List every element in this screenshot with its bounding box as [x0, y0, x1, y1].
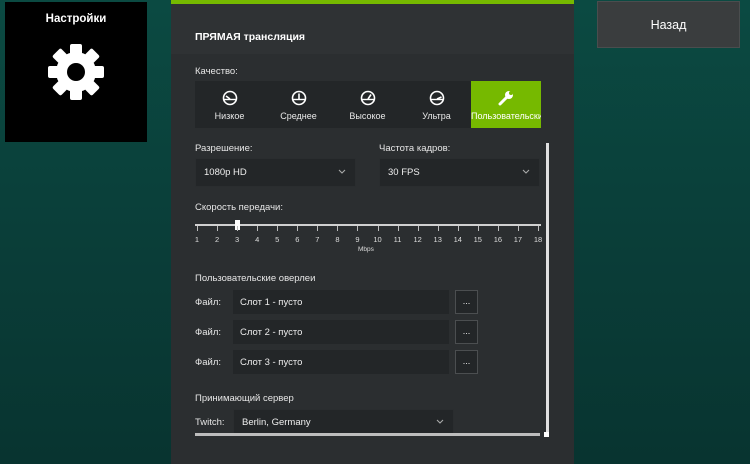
bitrate-tick-label: 16 — [493, 235, 503, 244]
server-value: Berlin, Germany — [242, 416, 311, 428]
quality-option-label: Ультра — [422, 111, 451, 121]
server-platform-label: Twitch: — [195, 417, 225, 428]
overlay-slot-value: Слот 1 - пусто — [240, 296, 303, 308]
overlay-slot-2-browse-button[interactable]: ... — [455, 320, 478, 344]
server-dropdown[interactable]: Berlin, Germany — [233, 409, 454, 435]
chevron-down-icon — [436, 419, 444, 424]
resolution-value: 1080p HD — [204, 167, 247, 178]
bitrate-tick-label: 2 — [214, 235, 220, 244]
bitrate-tick-label: 12 — [413, 235, 422, 244]
bitrate-label: Скорость передачи: — [195, 202, 283, 213]
wrench-icon — [498, 91, 513, 106]
bitrate-unit: Mbps — [358, 246, 374, 253]
framerate-dropdown[interactable]: 30 FPS — [379, 158, 540, 187]
settings-title: Настройки — [45, 13, 107, 25]
server-title: Принимающий сервер — [195, 393, 294, 404]
bitrate-tick-label: 15 — [473, 235, 482, 244]
overlay-slot-3-browse-button[interactable]: ... — [455, 350, 478, 374]
bitrate-slider-track[interactable] — [195, 224, 541, 226]
overlay-slot-value: Слот 3 - пусто — [240, 356, 303, 368]
scroll-corner — [544, 432, 549, 437]
quality-option-custom[interactable]: Пользовательские — [471, 81, 541, 128]
panel-header — [171, 4, 574, 54]
bitrate-tick — [217, 226, 219, 231]
bitrate-tick-label: 14 — [453, 235, 462, 244]
bitrate-tick-label: 13 — [433, 235, 442, 244]
quality-option-ultra[interactable]: Ультра — [402, 81, 471, 128]
resolution-label: Разрешение: — [195, 143, 253, 154]
quality-option-high[interactable]: Высокое — [333, 81, 402, 128]
bitrate-tick-label: 9 — [355, 235, 360, 244]
quality-option-medium[interactable]: Среднее — [264, 81, 333, 128]
chevron-down-icon — [522, 169, 530, 174]
bitrate-tick-label: 17 — [513, 235, 523, 244]
back-button[interactable]: Назад — [597, 1, 740, 48]
file-label: Файл: — [195, 297, 221, 308]
bitrate-tick-label: 6 — [295, 235, 300, 244]
bitrate-tick — [197, 226, 198, 231]
quality-label: Качество: — [195, 66, 238, 77]
bitrate-tick-label: 18 — [533, 235, 543, 244]
file-label: Файл: — [195, 357, 221, 368]
vertical-scrollbar[interactable] — [546, 143, 549, 435]
bitrate-tick-label: 4 — [255, 235, 260, 244]
bitrate-tick — [497, 226, 499, 231]
quality-selector: Низкое Среднее Высокое Ультра Пользовате… — [195, 81, 541, 128]
quality-option-label: Низкое — [214, 111, 245, 121]
framerate-label: Частота кадров: — [379, 143, 451, 154]
section-title: ПРЯМАЯ трансляция — [195, 31, 306, 43]
bitrate-tick — [397, 226, 399, 231]
quality-option-low[interactable]: Низкое — [195, 81, 264, 128]
bitrate-tick-label: 11 — [393, 235, 402, 244]
resolution-dropdown[interactable]: 1080p HD — [195, 158, 356, 187]
horizontal-scrollbar[interactable] — [195, 433, 540, 436]
bitrate-tick-label: 10 — [373, 235, 382, 244]
overlay-slot-value: Слот 2 - пусто — [240, 326, 303, 338]
overlay-slot-3-field[interactable]: Слот 3 - пусто — [233, 350, 449, 374]
overlay-slot-1-browse-button[interactable]: ... — [455, 290, 478, 314]
overlay-slot-2-field[interactable]: Слот 2 - пусто — [233, 320, 449, 344]
gauge-medium-icon — [291, 90, 307, 106]
bitrate-tick-label: 8 — [335, 235, 340, 244]
gauge-high-icon — [360, 90, 376, 106]
bitrate-tick — [337, 226, 339, 231]
bitrate-tick — [457, 226, 459, 231]
bitrate-tick — [377, 226, 379, 231]
bitrate-tick — [437, 226, 439, 231]
settings-tile[interactable]: Настройки — [5, 2, 147, 142]
gear-icon — [48, 44, 104, 100]
quality-option-label: Среднее — [280, 111, 317, 121]
bitrate-tick-label: 1 — [194, 235, 200, 244]
bitrate-tick — [257, 226, 259, 231]
gauge-low-icon — [222, 90, 238, 106]
bitrate-tick — [277, 226, 279, 231]
bitrate-tick — [477, 226, 479, 231]
bitrate-tick — [538, 226, 539, 231]
bitrate-tick — [297, 226, 299, 231]
gauge-ultra-icon — [429, 90, 445, 106]
quality-option-label: Высокое — [349, 111, 386, 121]
bitrate-tick — [357, 226, 359, 231]
chevron-down-icon — [338, 169, 346, 174]
bitrate-tick — [237, 226, 239, 231]
bitrate-tick — [417, 226, 419, 231]
bitrate-tick-label: 7 — [315, 235, 320, 244]
bitrate-tick — [517, 226, 519, 231]
bitrate-tick — [317, 226, 319, 231]
bitrate-tick-label: 5 — [275, 235, 280, 244]
file-label: Файл: — [195, 327, 221, 338]
overlays-title: Пользовательские оверлеи — [195, 273, 316, 284]
overlay-slot-1-field[interactable]: Слот 1 - пусто — [233, 290, 449, 314]
bitrate-tick-label: 3 — [235, 235, 240, 244]
framerate-value: 30 FPS — [388, 167, 420, 178]
quality-option-label: Пользовательские — [471, 111, 541, 121]
